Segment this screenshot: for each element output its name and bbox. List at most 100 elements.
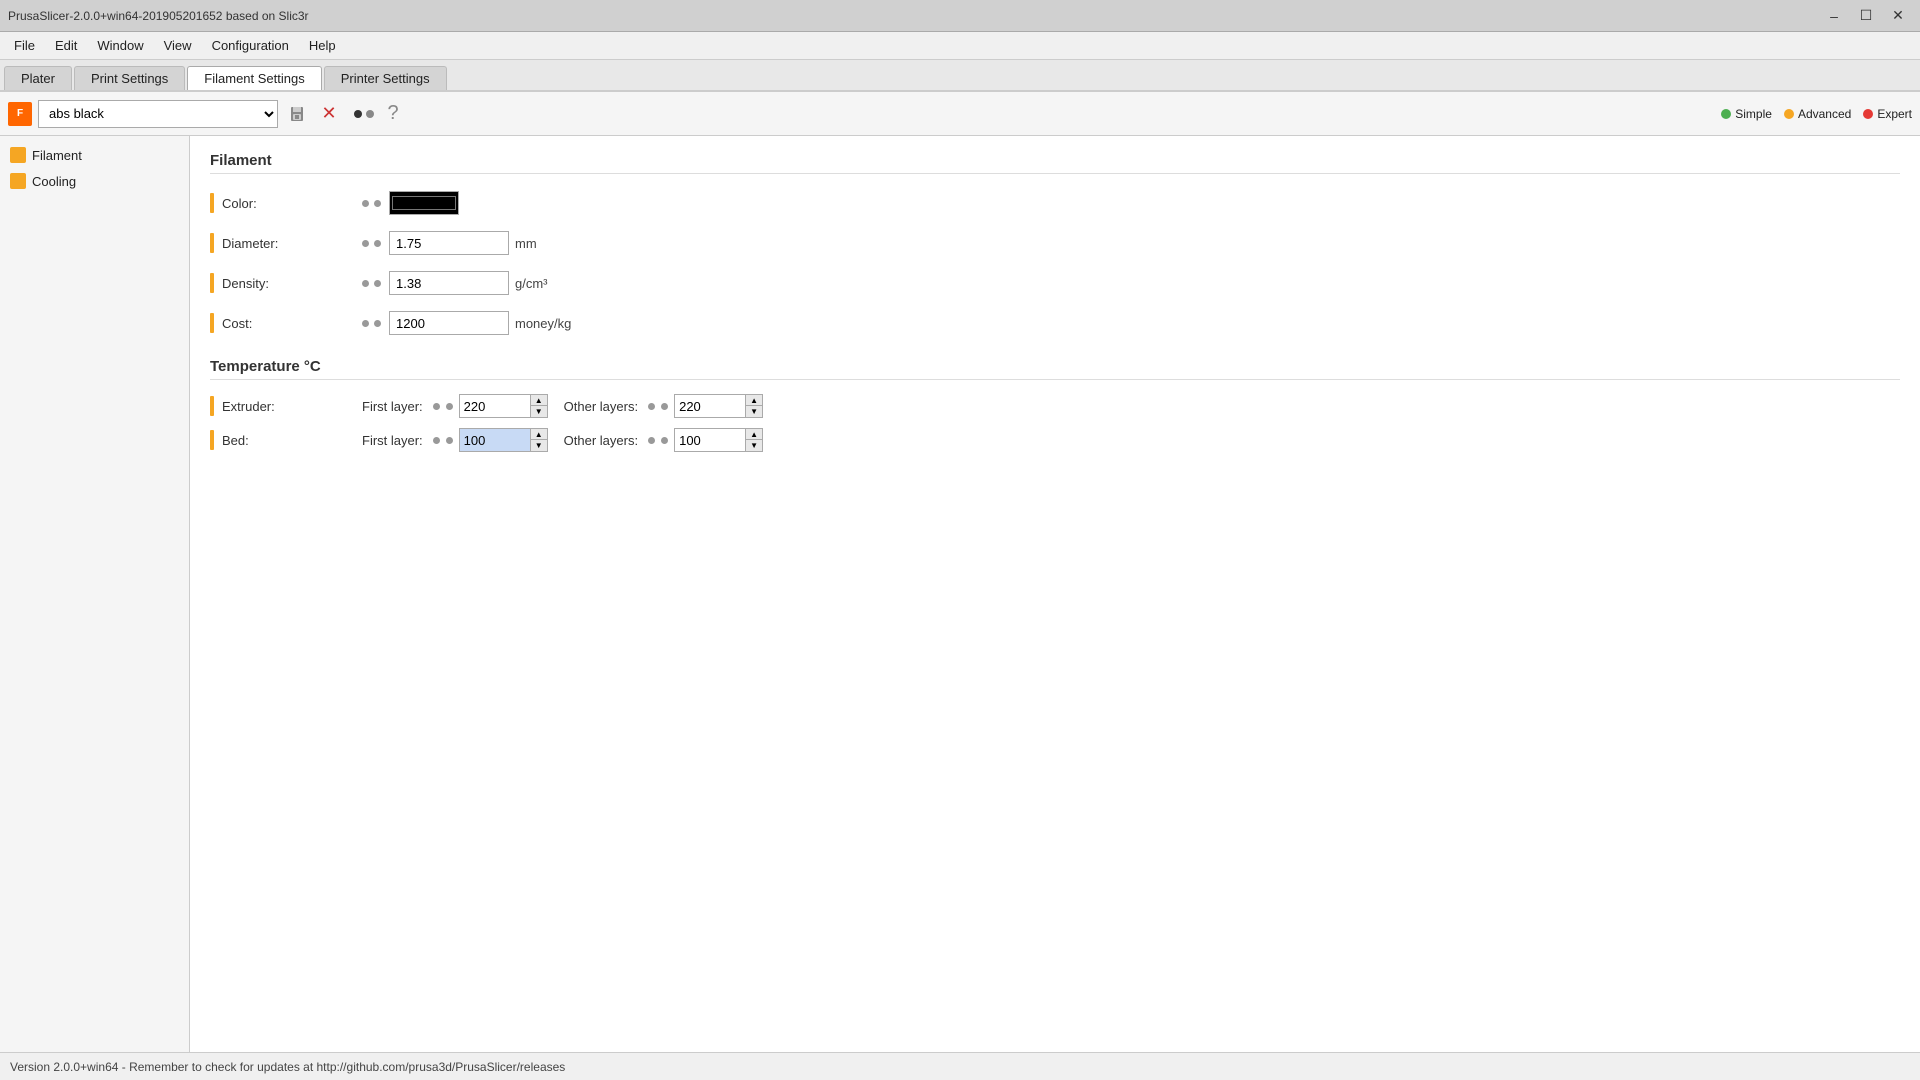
expert-label: Expert [1877,107,1912,121]
color-row: Color: [210,188,1900,218]
density-dot-2[interactable] [374,280,381,287]
density-input[interactable] [389,271,509,295]
extruder-ol-dot-2[interactable] [661,403,668,410]
discard-button[interactable]: ✕ [316,101,342,127]
diameter-input[interactable] [389,231,509,255]
tab-filament-settings[interactable]: Filament Settings [187,66,321,90]
extruder-other-layers-group: Other layers: ▲ ▼ [564,394,763,418]
color-indicator [210,193,214,213]
extruder-first-layer-input[interactable] [460,395,530,417]
extruder-label: Extruder: [222,399,362,414]
temperature-section-title: Temperature °C [210,358,1900,380]
density-dot-1[interactable] [362,280,369,287]
bed-fl-up[interactable]: ▲ [531,429,547,440]
extruder-other-layers-spinbox: ▲ ▼ [674,394,763,418]
menu-edit[interactable]: Edit [45,32,87,59]
cost-label: Cost: [222,316,362,331]
legend-simple: Simple [1721,107,1772,121]
legend-advanced: Advanced [1784,107,1851,121]
bed-ol-up[interactable]: ▲ [746,429,762,440]
cooling-icon [10,173,26,189]
color-dot-1[interactable] [362,200,369,207]
menu-file[interactable]: File [4,32,45,59]
extruder-ol-up[interactable]: ▲ [746,395,762,406]
bed-other-layers-input[interactable] [675,429,745,451]
extruder-row: Extruder: First layer: ▲ ▼ Other layers: [210,394,1900,418]
menu-configuration[interactable]: Configuration [202,32,299,59]
cost-dots [362,320,381,327]
bed-other-layers-spinbox: ▲ ▼ [674,428,763,452]
menu-view[interactable]: View [154,32,202,59]
close-button[interactable]: ✕ [1884,4,1912,28]
extruder-fl-dot-2[interactable] [446,403,453,410]
diameter-row: Diameter: mm [210,228,1900,258]
diameter-dot-2[interactable] [374,240,381,247]
bed-fl-dot-2[interactable] [446,437,453,444]
extruder-ol-down[interactable]: ▼ [746,406,762,417]
extruder-indicator [210,396,214,416]
menu-window[interactable]: Window [87,32,153,59]
expert-dot [1863,109,1873,119]
sidebar-label-filament: Filament [32,148,82,163]
diameter-dots [362,240,381,247]
bed-first-layer-input[interactable] [460,429,530,451]
bed-ol-down[interactable]: ▼ [746,440,762,451]
cost-indicator [210,313,214,333]
content-area: Filament Color: Diameter: [190,136,1920,1052]
profile-icon: F [8,102,32,126]
filament-section-title: Filament [210,152,1900,174]
indicator-dots [354,110,374,118]
density-dots [362,280,381,287]
dot-2 [366,110,374,118]
bed-first-layer-spinbox: ▲ ▼ [459,428,548,452]
extruder-fl-down[interactable]: ▼ [531,406,547,417]
bed-fl-dot-1[interactable] [433,437,440,444]
cost-input[interactable] [389,311,509,335]
bed-ol-dot-2[interactable] [661,437,668,444]
extruder-other-layers-input[interactable] [675,395,745,417]
bed-fl-down[interactable]: ▼ [531,440,547,451]
bed-indicator [210,430,214,450]
color-label: Color: [222,196,362,211]
cost-dot-1[interactable] [362,320,369,327]
tab-printer-settings[interactable]: Printer Settings [324,66,447,90]
minimize-button[interactable]: – [1820,4,1848,28]
color-dot-2[interactable] [374,200,381,207]
density-indicator [210,273,214,293]
extruder-ol-arrows: ▲ ▼ [745,395,762,417]
dot-1 [354,110,362,118]
extruder-ol-dot-1[interactable] [648,403,655,410]
status-text: Version 2.0.0+win64 - Remember to check … [10,1060,565,1074]
sidebar-item-cooling[interactable]: Cooling [0,168,189,194]
density-unit: g/cm³ [515,276,548,291]
simple-dot [1721,109,1731,119]
density-row: Density: g/cm³ [210,268,1900,298]
diameter-unit: mm [515,236,537,251]
bed-other-layers-group: Other layers: ▲ ▼ [564,428,763,452]
bed-row: Bed: First layer: ▲ ▼ Other layers: [210,428,1900,452]
legend: Simple Advanced Expert [1721,107,1912,121]
window-title: PrusaSlicer-2.0.0+win64-201905201652 bas… [8,9,309,23]
extruder-fl-dot-1[interactable] [433,403,440,410]
tab-print-settings[interactable]: Print Settings [74,66,185,90]
maximize-button[interactable]: ☐ [1852,4,1880,28]
legend-expert: Expert [1863,107,1912,121]
extruder-fl-up[interactable]: ▲ [531,395,547,406]
sidebar-item-filament[interactable]: Filament [0,142,189,168]
tab-plater[interactable]: Plater [4,66,72,90]
profile-dropdown[interactable]: abs black [38,100,278,128]
extruder-first-layer-spinbox: ▲ ▼ [459,394,548,418]
help-button[interactable]: ? [380,101,406,127]
diameter-dot-1[interactable] [362,240,369,247]
advanced-dot [1784,109,1794,119]
color-input[interactable] [389,191,459,215]
status-bar: Version 2.0.0+win64 - Remember to check … [0,1052,1920,1080]
save-button[interactable] [284,101,310,127]
cost-row: Cost: money/kg [210,308,1900,338]
advanced-label: Advanced [1798,107,1851,121]
cost-dot-2[interactable] [374,320,381,327]
menu-help[interactable]: Help [299,32,346,59]
bed-ol-dot-1[interactable] [648,437,655,444]
bed-fl-arrows: ▲ ▼ [530,429,547,451]
bed-other-layers-label: Other layers: [564,433,638,448]
